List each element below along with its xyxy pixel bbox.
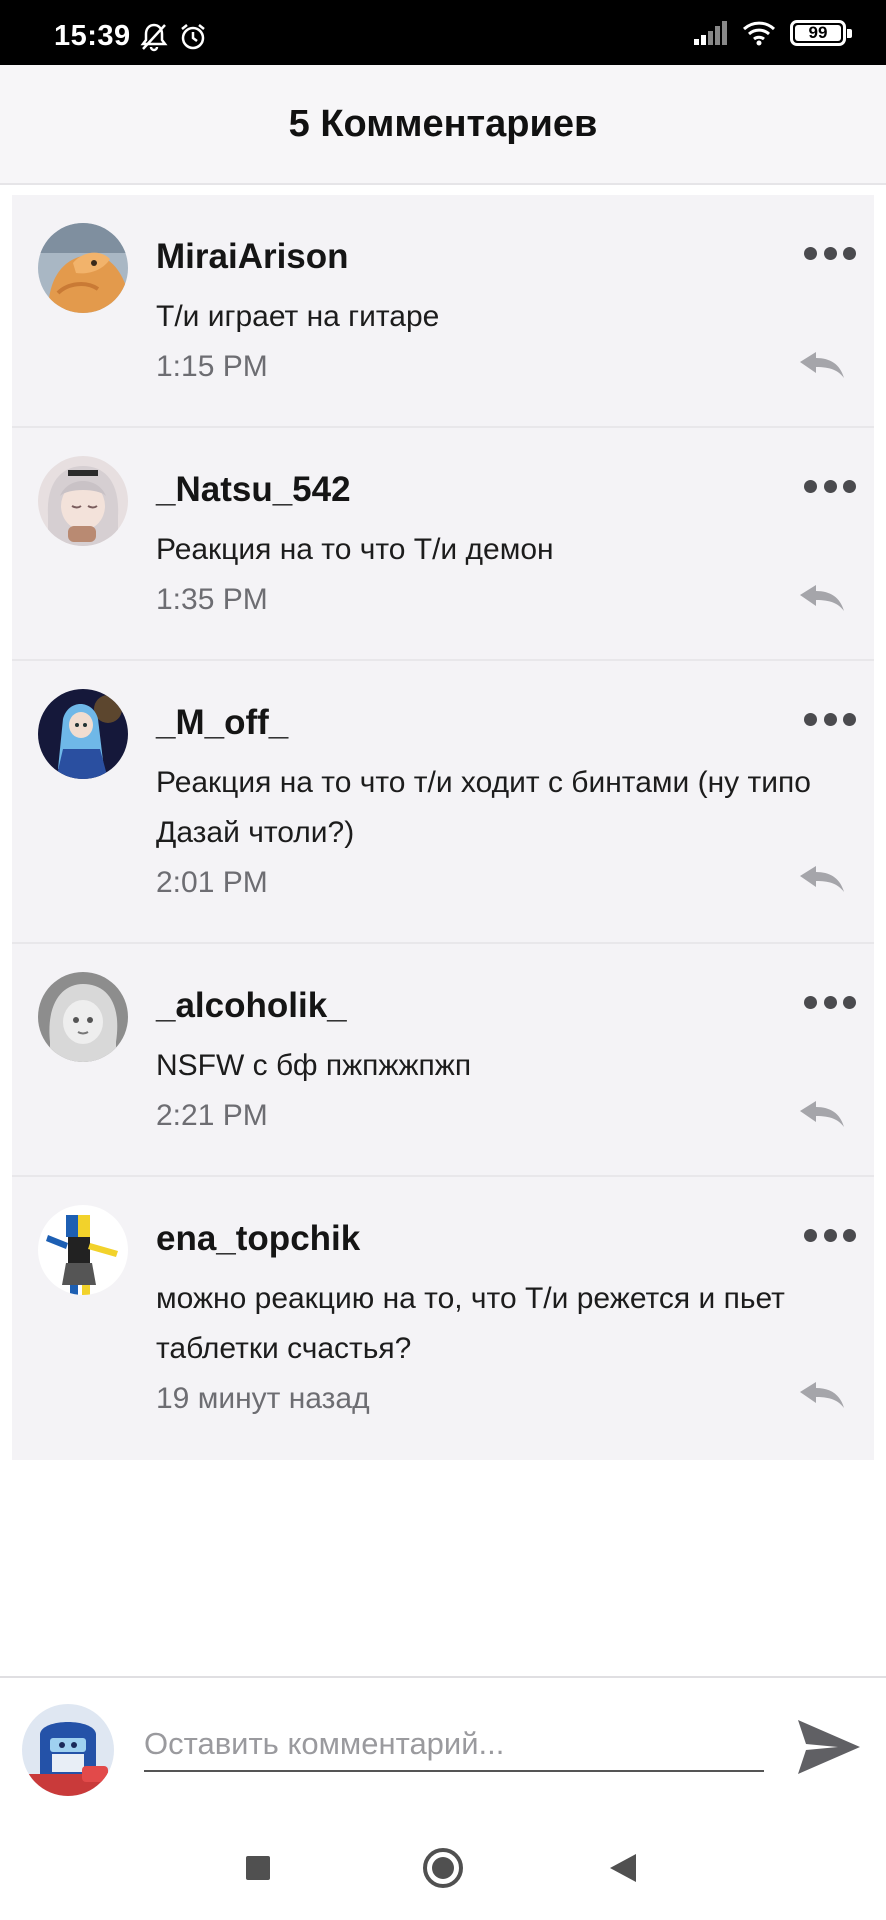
my-avatar[interactable] <box>22 1704 114 1796</box>
reply-icon[interactable] <box>798 1099 846 1129</box>
avatar[interactable] <box>38 223 128 313</box>
recents-square-icon[interactable] <box>244 1854 272 1882</box>
battery-icon: 99 <box>790 20 852 46</box>
comment-time: 2:21 PM <box>156 1099 268 1132</box>
comments-list: MiraiArison Т/и играет на гитаре 1:15 PM… <box>12 195 874 1460</box>
reply-icon[interactable] <box>798 864 846 894</box>
more-options-icon[interactable] <box>804 713 856 727</box>
bell-off-icon <box>140 23 168 52</box>
comment-text: Т/и играет на гитаре <box>156 300 440 333</box>
comment-text: можно реакцию на то, что Т/и режется и п… <box>156 1282 785 1365</box>
comment-author[interactable]: _alcoholik_ <box>156 986 347 1026</box>
status-icons: 99 <box>694 20 852 46</box>
comment-item: ena_topchik можно реакцию на то, что Т/и… <box>12 1177 874 1460</box>
page-title: 5 Комментариев <box>288 102 598 145</box>
signal-icon <box>694 21 727 45</box>
system-nav-bar <box>0 1814 886 1920</box>
comments-header: 5 Комментариев <box>0 65 886 185</box>
comment-item: _alcoholik_ NSFW с бф пжпжжпжп 2:21 PM <box>12 944 874 1177</box>
alarm-icon <box>181 24 205 50</box>
back-triangle-icon[interactable] <box>608 1852 638 1884</box>
comment-author[interactable]: _Natsu_542 <box>156 470 351 510</box>
avatar[interactable] <box>38 972 128 1062</box>
home-circle-icon[interactable] <box>421 1846 465 1890</box>
send-icon[interactable] <box>794 1712 864 1782</box>
comment-text: NSFW с бф пжпжжпжп <box>156 1049 472 1082</box>
comment-time: 19 минут назад <box>156 1382 370 1415</box>
more-options-icon[interactable] <box>804 480 856 494</box>
avatar[interactable] <box>38 1205 128 1295</box>
comment-item: MiraiArison Т/и играет на гитаре 1:15 PM <box>12 195 874 428</box>
comment-time: 1:35 PM <box>156 583 268 616</box>
more-options-icon[interactable] <box>804 996 856 1010</box>
avatar[interactable] <box>38 456 128 546</box>
comment-text: Реакция на то что т/и ходит с бинтами (н… <box>156 766 811 849</box>
reply-icon[interactable] <box>798 1380 846 1410</box>
more-options-icon[interactable] <box>804 1229 856 1243</box>
comment-item: _M_off_ Реакция на то что т/и ходит с би… <box>12 661 874 944</box>
comment-time: 1:15 PM <box>156 350 268 383</box>
more-options-icon[interactable] <box>804 247 856 261</box>
comment-time: 2:01 PM <box>156 866 268 899</box>
wifi-icon <box>742 21 776 46</box>
battery-level: 99 <box>808 23 828 42</box>
comment-author[interactable]: ena_topchik <box>156 1219 360 1259</box>
status-time: 15:39 <box>54 20 131 52</box>
comment-author[interactable]: MiraiArison <box>156 237 349 277</box>
comment-input[interactable] <box>144 1718 764 1772</box>
comment-text: Реакция на то что Т/и демон <box>156 533 554 566</box>
comment-composer <box>0 1676 886 1814</box>
comment-item: _Natsu_542 Реакция на то что Т/и демон 1… <box>12 428 874 661</box>
reply-icon[interactable] <box>798 583 846 613</box>
status-bar: 15:39 99 <box>0 0 886 65</box>
reply-icon[interactable] <box>798 350 846 380</box>
comment-author[interactable]: _M_off_ <box>156 703 288 743</box>
avatar[interactable] <box>38 689 128 779</box>
